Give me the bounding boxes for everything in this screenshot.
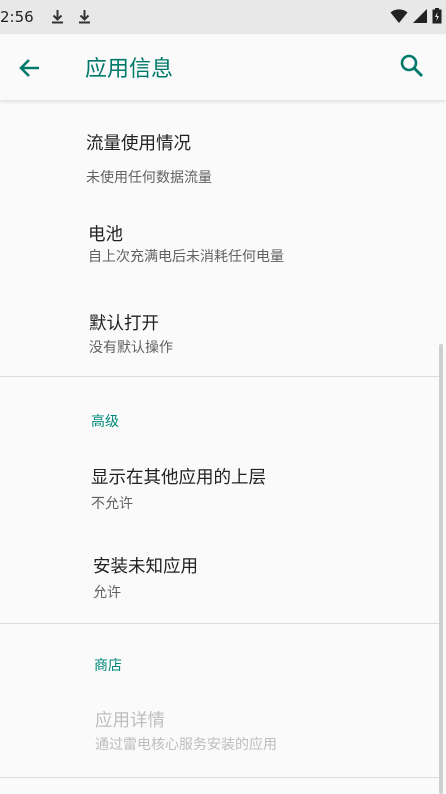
- divider: [0, 376, 440, 377]
- pref-app-details: 应用详情 通过雷电核心服务安装的应用: [0, 694, 446, 770]
- pref-title: 显示在其他应用的上层: [91, 468, 266, 488]
- pref-title: 电池: [88, 225, 123, 245]
- pref-summary: 自上次充满电后未消耗任何电量: [88, 249, 284, 265]
- page-title: 应用信息: [85, 57, 174, 82]
- pref-battery[interactable]: 电池 自上次充满电后未消耗任何电量: [0, 200, 446, 274]
- divider: [0, 623, 440, 624]
- scrollbar[interactable]: [439, 344, 443, 794]
- app-bar: 应用信息: [0, 34, 446, 100]
- pref-title: 应用详情: [95, 711, 165, 731]
- section-header-store: 商店: [94, 658, 122, 674]
- search-icon[interactable]: [399, 53, 425, 79]
- pref-summary: 未使用任何数据流量: [86, 170, 212, 186]
- status-bar: 2:56: [0, 0, 446, 34]
- pref-title: 安装未知应用: [93, 557, 198, 577]
- pref-summary: 不允许: [91, 496, 133, 512]
- pref-install-unknown-apps[interactable]: 安装未知应用 允许: [0, 536, 446, 612]
- pref-summary: 通过雷电核心服务安装的应用: [95, 737, 277, 753]
- pref-title: 默认打开: [89, 314, 159, 334]
- section-header-advanced: 高级: [91, 414, 119, 430]
- arrow-back-icon[interactable]: [17, 55, 43, 81]
- pref-title: 流量使用情况: [86, 134, 191, 154]
- divider: [0, 777, 440, 778]
- system-icons: [390, 8, 442, 24]
- download-icon: [79, 10, 90, 24]
- signal-icon: [413, 9, 427, 23]
- wifi-icon: [390, 9, 408, 23]
- pref-summary: 没有默认操作: [89, 340, 173, 356]
- pref-display-over-apps[interactable]: 显示在其他应用的上层 不允许: [0, 446, 446, 522]
- battery-icon: [432, 8, 442, 24]
- status-time: 2:56: [0, 8, 34, 26]
- pref-open-by-default[interactable]: 默认打开 没有默认操作: [0, 290, 446, 364]
- pref-data-usage[interactable]: 流量使用情况 未使用任何数据流量: [0, 110, 446, 186]
- pref-summary: 允许: [93, 585, 121, 601]
- download-icon: [52, 10, 63, 24]
- settings-list: 流量使用情况 未使用任何数据流量 电池 自上次充满电后未消耗任何电量 默认打开 …: [0, 100, 446, 794]
